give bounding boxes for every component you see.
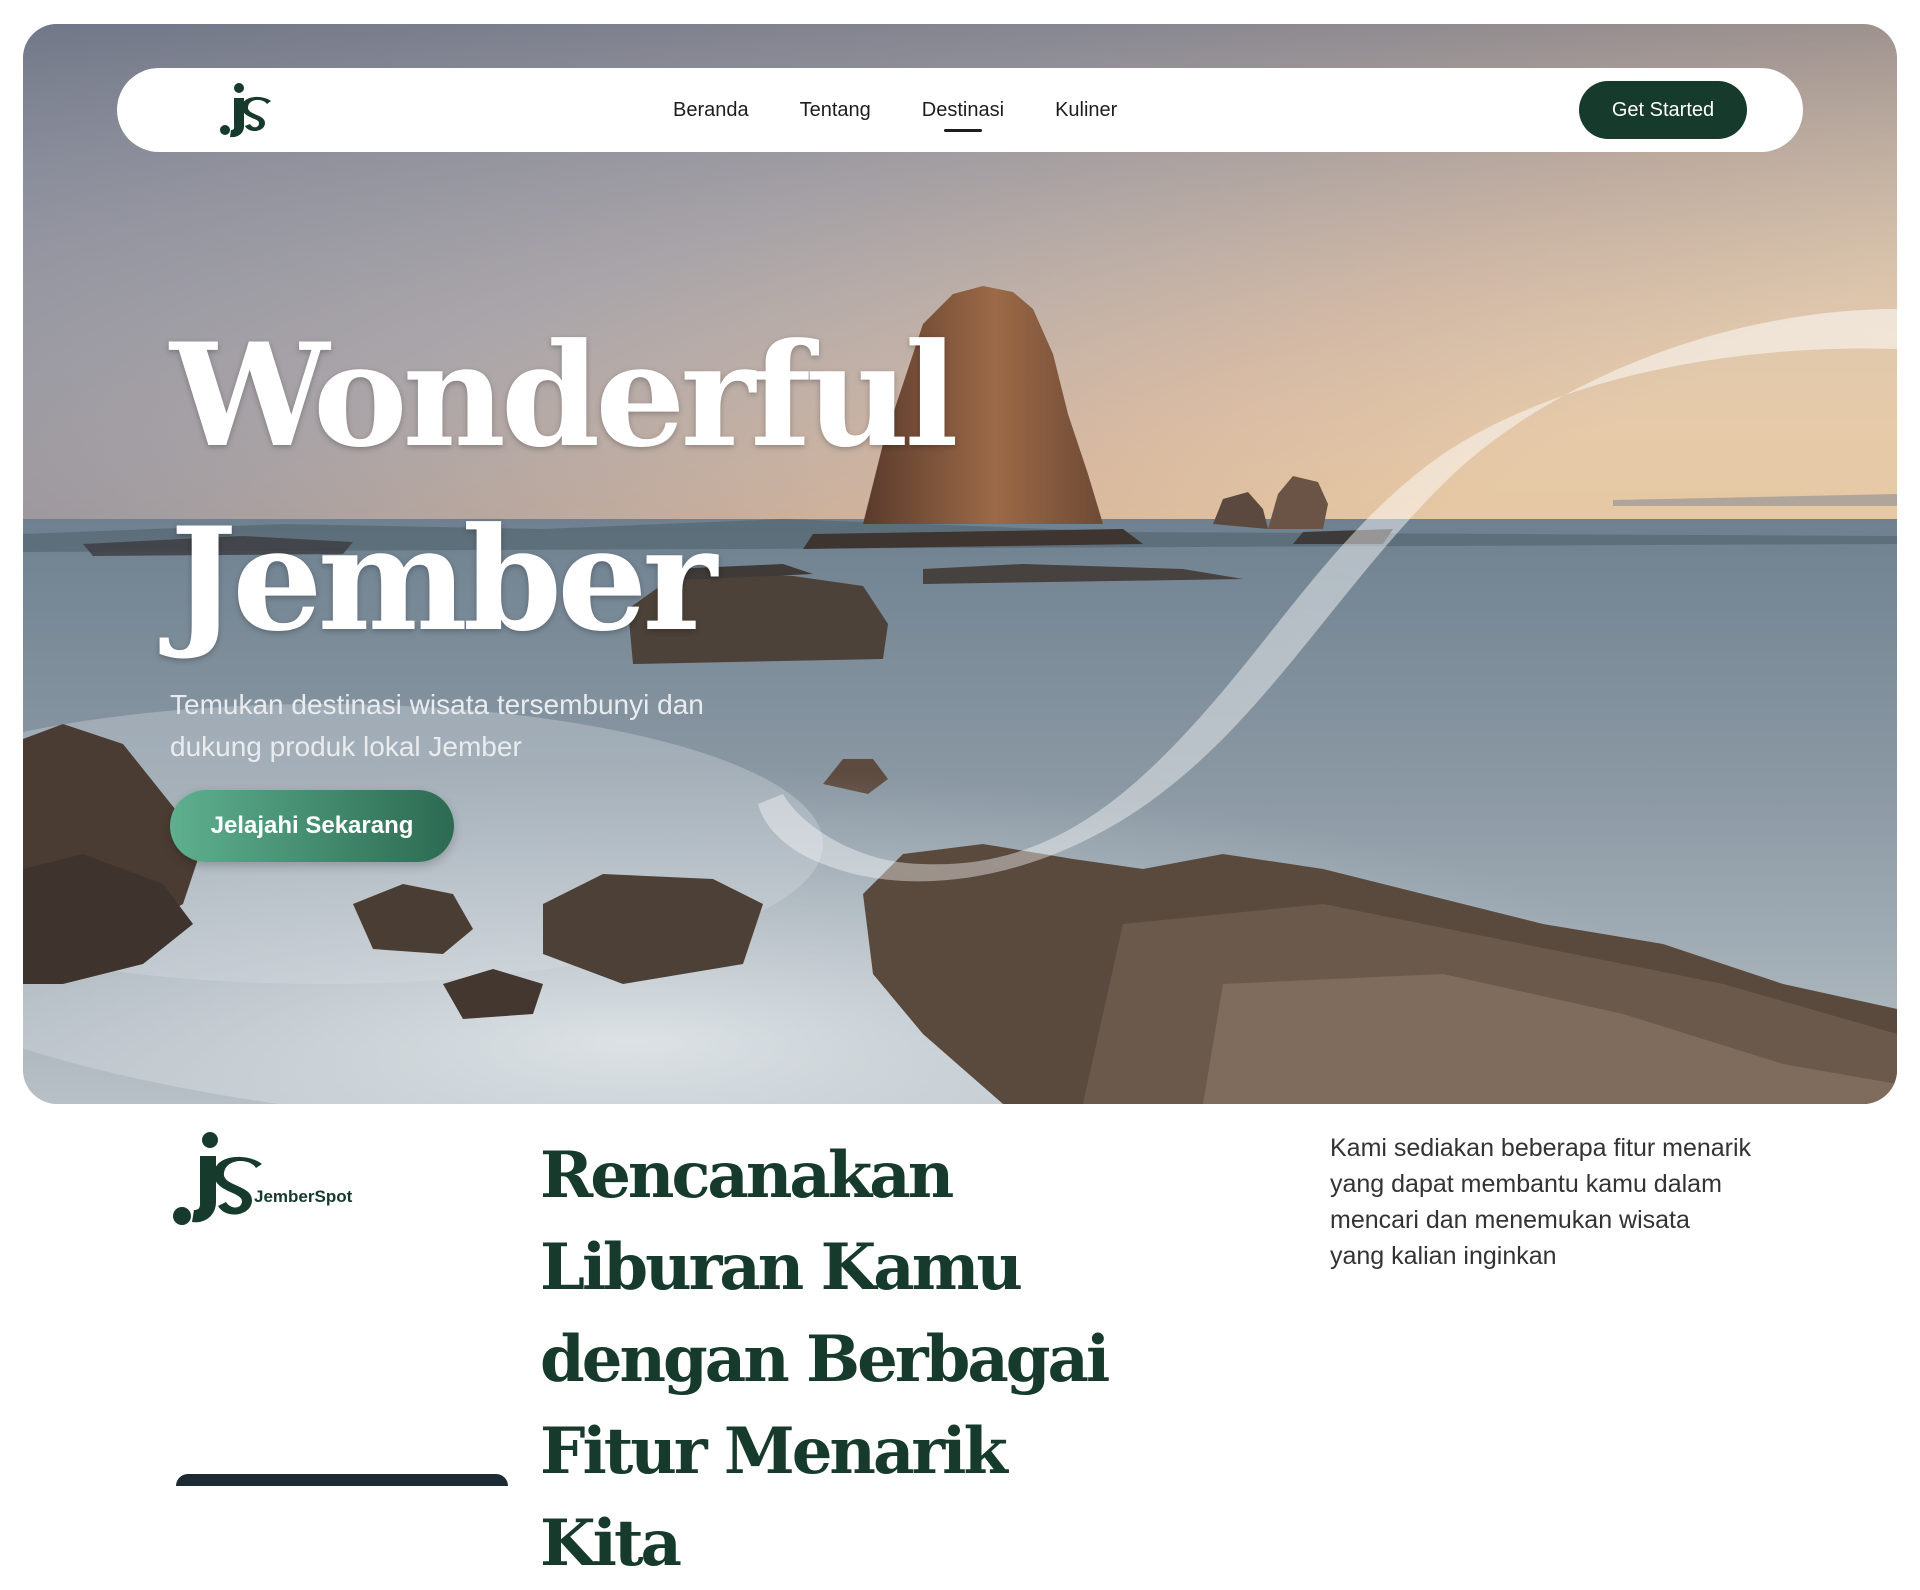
js-logo-icon[interactable] (217, 80, 273, 140)
hero-subtitle-line1: Temukan destinasi wisata tersembunyi dan (170, 689, 704, 720)
get-started-button[interactable]: Get Started (1579, 81, 1747, 139)
features-heading-line: Fitur Menarik Kita (540, 1414, 1008, 1581)
nav-link-destinasi[interactable]: Destinasi (922, 99, 1004, 132)
features-description-line: Kami sediakan beberapa fitur menarik (1330, 1134, 1752, 1162)
hero-section: Beranda Tentang Destinasi Kuliner Get St… (23, 24, 1897, 1104)
feature-card-preview (176, 1474, 508, 1486)
hero-subtitle-line2: dukung produk lokal Jember (170, 731, 522, 762)
nav-link-beranda[interactable]: Beranda (673, 99, 749, 122)
features-heading-line: dengan Berbagai (540, 1322, 1110, 1397)
features-description-line: yang kalian inginkan (1330, 1242, 1557, 1270)
features-description-line: mencari dan menemukan wisata (1330, 1206, 1690, 1234)
hero-title: Wonderful Jember (170, 304, 959, 672)
hero-title-line2: Jember (170, 497, 717, 663)
features-description-line: yang dapat membantu kamu dalam (1330, 1170, 1722, 1198)
hero-subtitle: Temukan destinasi wisata tersembunyi dan… (170, 684, 810, 768)
features-description: Kami sediakan beberapa fitur menarik yan… (1330, 1130, 1810, 1274)
jemberspot-logo-icon: JemberSpot (173, 1132, 353, 1225)
features-heading: Rencanakan Liburan Kamu dengan Berbagai … (540, 1130, 1160, 1590)
nav-links: Beranda Tentang Destinasi Kuliner (673, 68, 1168, 152)
nav-link-kuliner[interactable]: Kuliner (1055, 99, 1117, 122)
features-heading-line: Rencanakan (540, 1138, 954, 1213)
features-heading-line: Liburan Kamu (540, 1230, 1023, 1305)
nav-link-tentang[interactable]: Tentang (800, 99, 871, 122)
explore-now-button[interactable]: Jelajahi Sekarang (170, 790, 454, 862)
hero-title-line1: Wonderful (170, 313, 959, 479)
brand-name-text: JemberSpot (254, 1187, 353, 1206)
navbar: Beranda Tentang Destinasi Kuliner Get St… (117, 68, 1803, 152)
